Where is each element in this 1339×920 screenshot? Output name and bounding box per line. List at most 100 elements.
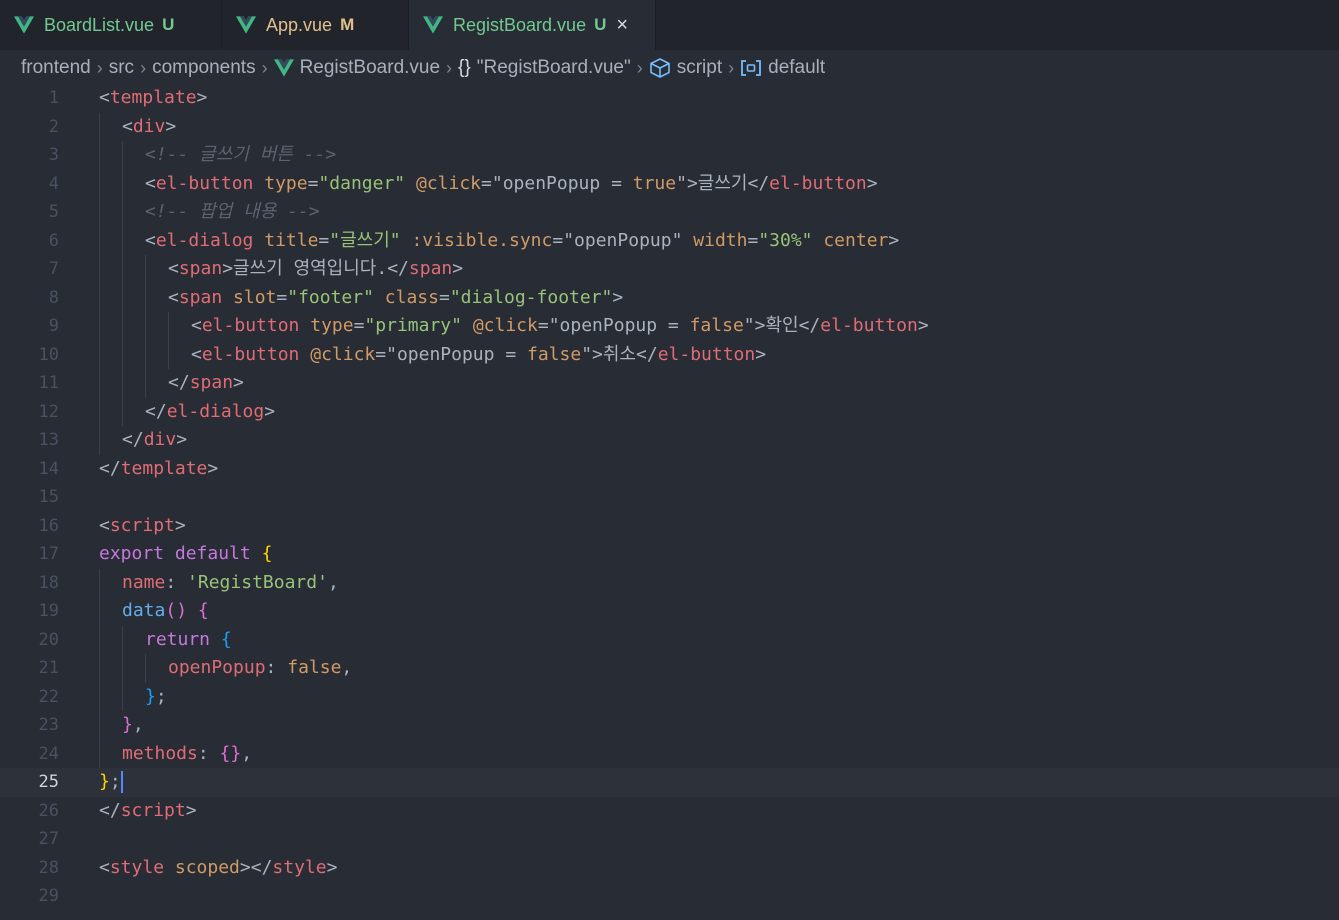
code-text: methods: {}, (122, 740, 252, 769)
line-number: 28 (38, 857, 59, 878)
code-token: </ (99, 799, 121, 821)
code-line[interactable]: 24 methods: {}, (0, 739, 1339, 769)
breadcrumb-label: RegistBoard.vue (299, 57, 441, 78)
code-line[interactable]: 12 </el-dialog> (0, 397, 1339, 426)
tab-status-badge: U (162, 15, 175, 34)
breadcrumb-item[interactable]: default (740, 57, 825, 79)
code-token: , (132, 714, 144, 735)
code-line[interactable]: 3 <!-- 글쓰기 버튼 --> (0, 141, 1339, 170)
indent-guide (99, 255, 100, 284)
tab-label: App.vue (266, 14, 333, 35)
code-line[interactable]: 8 <span slot="footer" class="dialog-foote… (0, 283, 1339, 313)
code-token: "primary" (364, 315, 462, 336)
tab-app[interactable]: App.vue M (222, 0, 409, 50)
line-number: 8 (48, 287, 59, 308)
breadcrumb-item[interactable]: script (649, 57, 722, 79)
code-line[interactable]: 28 <style scoped></style> (0, 854, 1339, 883)
code-line[interactable]: 7 <span>글쓰기 영역입니다.</span> (0, 255, 1339, 284)
indent-guide (122, 226, 123, 255)
code-line[interactable]: 9 <el-button type="primary" @click="openP… (0, 312, 1339, 341)
code-token: @click (472, 315, 538, 336)
code-line[interactable]: 2 <div> (0, 112, 1339, 141)
code-token: =" (481, 172, 503, 194)
code-token: { (197, 600, 209, 621)
code-token: el-button (769, 172, 867, 194)
chevron-right-icon: › (636, 57, 643, 78)
code-line[interactable]: 17 export default { (0, 540, 1339, 569)
code-text: <span slot="footer" class="dialog-footer… (168, 284, 623, 313)
code-line[interactable]: 16 <script> (0, 512, 1339, 541)
breadcrumb: frontend › src › components › RegistBoard.vue ›… (0, 52, 1339, 84)
code-line[interactable]: 5 <!-- 팝업 내용 --> (0, 198, 1339, 227)
line-number: 23 (38, 715, 59, 735)
breadcrumb-item[interactable]: RegistBoard.vue (273, 57, 441, 79)
close-icon[interactable]: × (616, 14, 628, 37)
code-line[interactable]: 23}, (0, 711, 1339, 740)
code-line[interactable]: 14 </template> (0, 455, 1339, 484)
code-line[interactable]: 21 openPopup: false, (0, 654, 1339, 683)
code-text: }; (145, 683, 167, 712)
tab-boardlist[interactable]: BoardList.vue U (0, 0, 222, 50)
chevron-right-icon: › (140, 57, 147, 78)
code-text: export default { (99, 540, 272, 569)
indent-guide (168, 312, 169, 341)
code-text: openPopup: false, (168, 654, 352, 683)
code-line[interactable]: 15 (0, 483, 1339, 512)
code-line[interactable]: 25}; (0, 768, 1339, 797)
tab-registboard[interactable]: RegistBoard.vue U × (409, 0, 656, 50)
code-token: , (341, 657, 353, 678)
code-text: return { (145, 626, 232, 655)
breadcrumb-label: "RegistBoard.vue" (476, 57, 631, 78)
indent-guide (99, 654, 100, 683)
code-token: style (109, 856, 165, 878)
code-token: < (168, 286, 179, 308)
chevron-right-icon: › (261, 57, 268, 78)
code-token: scoped (174, 856, 240, 878)
code-text: <!-- 글쓰기 버튼 --> (145, 141, 336, 170)
line-number: 15 (38, 487, 59, 507)
indent-guide (122, 654, 123, 683)
code-token: { (261, 543, 273, 564)
breadcrumb-item[interactable]: components (152, 57, 256, 79)
code-line[interactable]: 29 (0, 882, 1339, 911)
breadcrumb-item[interactable]: frontend (21, 57, 91, 79)
code-line[interactable]: 22}; (0, 682, 1339, 712)
code-token: class (384, 286, 439, 308)
indent-guide (99, 312, 100, 341)
code-line[interactable]: 1 <template> (0, 84, 1339, 113)
breadcrumb-item[interactable]: {} "RegistBoard.vue" (458, 57, 631, 79)
code-line[interactable]: 10 <el-button @click="openPopup = false">… (0, 340, 1339, 370)
code-token: el-dialog (166, 400, 265, 422)
code-token: > (612, 286, 624, 308)
code-line[interactable]: 4 <el-button type="danger" @click="openPo… (0, 169, 1339, 198)
code-token: 글쓰기 영역입니다. (233, 258, 388, 279)
code-line[interactable]: 20 return { (0, 625, 1339, 655)
code-text: <el-button @click="openPopup = false">취소… (191, 341, 766, 370)
code-token: "30%" (758, 229, 813, 251)
code-line[interactable]: 11 </span> (0, 369, 1339, 398)
code-line[interactable]: 27 (0, 825, 1339, 854)
indent-guide (145, 255, 146, 284)
line-number: 14 (38, 458, 59, 479)
code-line[interactable]: 6 <el-dialog title="글쓰기" :visible.sync="o… (0, 226, 1339, 255)
code-token: return (145, 628, 211, 650)
line-number: 22 (38, 686, 59, 707)
code-text: <template> (99, 84, 207, 113)
code-editor[interactable]: 1 <template> 2 <div> 3 <!-- 글쓰기 버튼 --> 4 <el-bu… (0, 84, 1339, 911)
vue-icon (14, 16, 34, 34)
indent-guide (122, 198, 123, 227)
code-line[interactable]: 13 </div> (0, 426, 1339, 455)
line-number: 20 (38, 629, 59, 650)
indent-guide (168, 340, 169, 369)
code-token: </ (636, 343, 658, 365)
breadcrumb-item[interactable]: src (109, 57, 134, 79)
code-token: > (917, 315, 929, 336)
code-line[interactable]: 18 name: 'RegistBoard', (0, 568, 1339, 597)
code-line[interactable]: 19 data() { (0, 597, 1339, 626)
code-line[interactable]: 26 </script> (0, 797, 1339, 826)
